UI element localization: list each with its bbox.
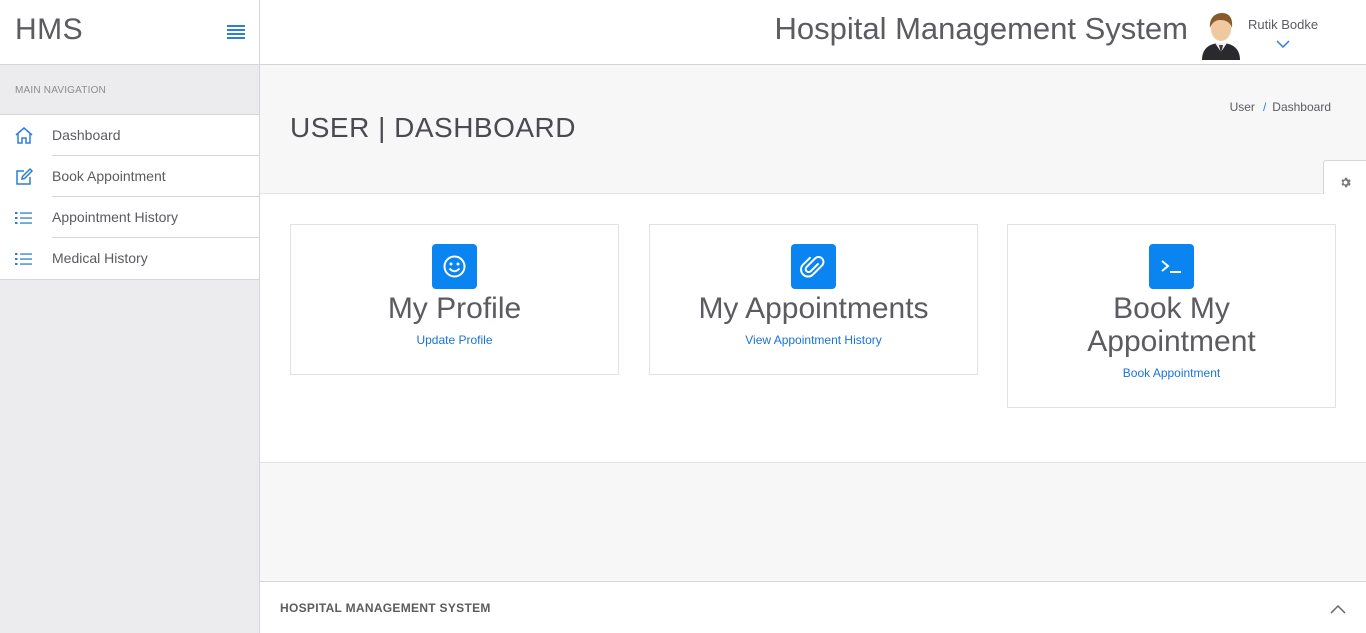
footer: HOSPITAL MANAGEMENT SYSTEM — [260, 581, 1366, 633]
sidebar: HMS MAIN NAVIGATION Dashboard Book Appoi… — [0, 0, 260, 633]
sidebar-item-label: Medical History — [52, 250, 148, 266]
footer-text: HOSPITAL MANAGEMENT SYSTEM — [280, 601, 491, 615]
list-icon — [14, 208, 34, 228]
brand-bar: HMS — [0, 0, 259, 65]
sidebar-item-medical-history[interactable]: Medical History — [0, 238, 259, 279]
top-header: Hospital Management System Rutik Bodke — [260, 0, 1366, 65]
page-title-bar: USER | DASHBOARD User / Dashboard — [260, 65, 1366, 194]
card-title: My Profile — [387, 292, 522, 325]
home-icon — [14, 126, 34, 146]
breadcrumb: User / Dashboard — [1230, 100, 1331, 114]
sidebar-item-label: Appointment History — [52, 197, 259, 238]
chevron-up-icon[interactable] — [1330, 601, 1346, 614]
update-profile-link[interactable]: Update Profile — [416, 333, 492, 347]
view-appointment-history-link[interactable]: View Appointment History — [745, 333, 882, 347]
menu-toggle-icon[interactable] — [227, 25, 245, 39]
app-title: Hospital Management System — [774, 11, 1188, 46]
user-name[interactable]: Rutik Bodke — [1248, 17, 1318, 32]
book-appointment-card: Book My Appointment Book Appointment — [1007, 224, 1336, 408]
terminal-icon — [1149, 244, 1194, 289]
paperclip-icon — [791, 244, 836, 289]
breadcrumb-separator: / — [1262, 100, 1267, 114]
avatar[interactable] — [1200, 10, 1242, 60]
list-icon — [14, 249, 34, 269]
sidebar-item-appointment-history[interactable]: Appointment History — [0, 197, 259, 238]
card-title: My Appointments — [698, 292, 929, 325]
sidebar-item-dashboard[interactable]: Dashboard — [0, 115, 259, 156]
smile-icon — [432, 244, 477, 289]
breadcrumb-item-dashboard: Dashboard — [1272, 100, 1331, 114]
chevron-down-icon[interactable] — [1276, 36, 1290, 49]
brand-logo-text: HMS — [15, 13, 84, 46]
appointments-card: My Appointments View Appointment History — [649, 224, 978, 375]
nav-section-heading: MAIN NAVIGATION — [15, 85, 106, 96]
dashboard-content: My Profile Update Profile My Appointment… — [260, 194, 1366, 463]
book-appointment-link[interactable]: Book Appointment — [1123, 366, 1220, 380]
sidebar-item-book-appointment[interactable]: Book Appointment — [0, 156, 259, 197]
sidebar-item-label: Book Appointment — [52, 156, 259, 197]
edit-icon — [14, 167, 34, 187]
card-title: Book My Appointment — [1087, 292, 1256, 358]
main-navigation: Dashboard Book Appointment Appointment H… — [0, 114, 259, 280]
page-title: USER | DASHBOARD — [290, 112, 576, 143]
breadcrumb-item-user[interactable]: User — [1230, 100, 1255, 114]
sidebar-item-label: Dashboard — [52, 115, 259, 156]
profile-card: My Profile Update Profile — [290, 224, 619, 375]
